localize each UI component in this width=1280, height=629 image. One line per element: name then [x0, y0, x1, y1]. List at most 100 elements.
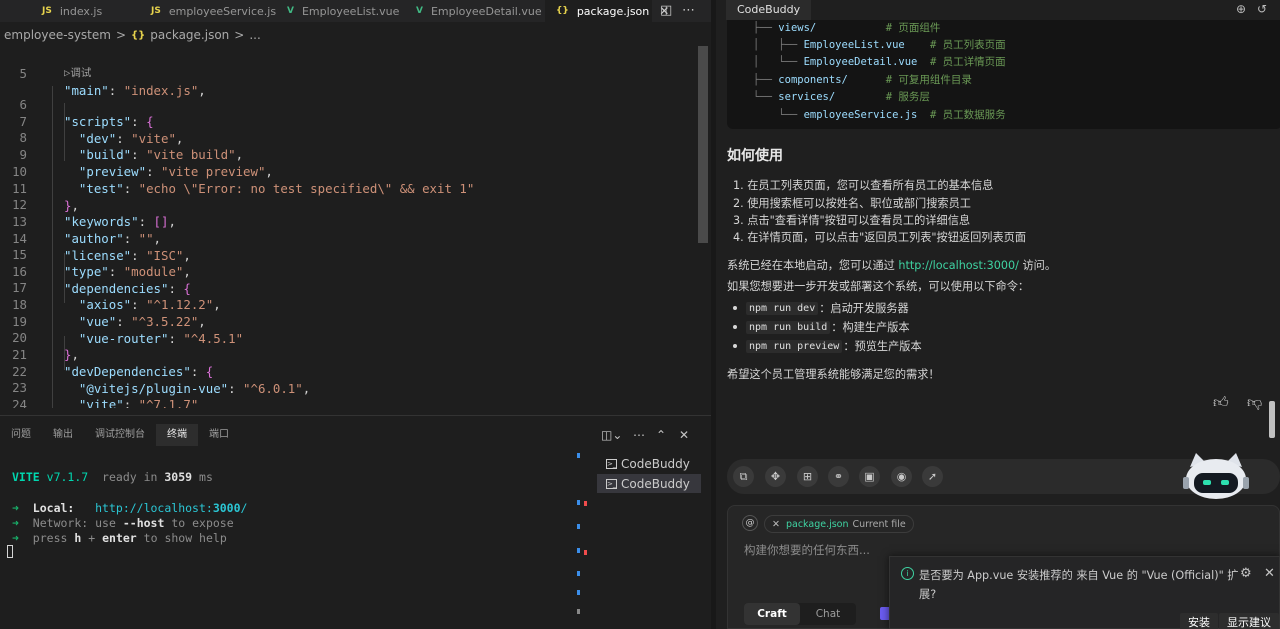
mention-icon[interactable]: @	[742, 515, 758, 531]
code-line: 6 "scripts": {	[0, 79, 154, 129]
code-line: 22 "@vitejs/plugin-vue": "^6.0.1",	[0, 346, 310, 396]
chat-scrollbar[interactable]	[1269, 401, 1275, 438]
close-panel-icon[interactable]: ✕	[679, 428, 689, 442]
panel-tabs: 问题 输出 调试控制台 终端 端口	[0, 424, 240, 446]
figma-icon[interactable]: ⧉	[733, 466, 754, 487]
tab-package-json[interactable]: {} package.json ✕	[545, 0, 669, 22]
show-recommendations-button[interactable]: 显示建议	[1219, 613, 1279, 629]
code-line: 18 "vue": "^3.5.22",	[0, 279, 206, 329]
terminal-item[interactable]: >_ CodeBuddy	[597, 474, 701, 493]
js-file-icon: JS	[42, 6, 52, 16]
debug-codelens[interactable]: ▷调试	[64, 66, 91, 80]
thumbs-up-icon[interactable]: 👍︎	[1213, 393, 1229, 412]
paragraph: 希望这个员工管理系统能够满足您的需求！	[727, 368, 940, 381]
code-line: 9 "preview": "vite preview",	[0, 129, 273, 179]
codebuddy-mascot-icon	[1183, 453, 1249, 499]
section-heading: 如何使用	[727, 148, 783, 164]
tab-employee-service[interactable]: JS employeeService.js	[151, 0, 276, 22]
tab-problems[interactable]: 问题	[0, 424, 42, 446]
info-icon: i	[901, 567, 914, 580]
install-button[interactable]: 安装	[1180, 613, 1218, 629]
mode-craft[interactable]: Craft	[744, 603, 800, 625]
codebuddy-panel: CodeBuddy ⊕ ↺ ├── views/ # 页面组件 │ ├── Em…	[716, 0, 1280, 629]
integration-icon[interactable]: ✥	[765, 466, 786, 487]
preview-eye-icon[interactable]: ◉	[891, 466, 912, 487]
code-line: 5 "main": "index.js",	[0, 48, 206, 98]
tab-index-js[interactable]: JS index.js	[42, 0, 102, 22]
mode-chat[interactable]: Chat	[800, 603, 856, 625]
more-actions-icon[interactable]: ⋯	[633, 428, 645, 442]
terminal-cursor	[7, 545, 13, 558]
image-icon[interactable]: ▣	[859, 466, 880, 487]
chevron-right-icon: >	[115, 28, 127, 42]
list-item: 1. 在员工列表页面，您可以查看所有员工的基本信息	[733, 179, 994, 192]
code-line: 25 }	[0, 396, 45, 408]
code-line: 12 "keywords": [],	[0, 179, 176, 229]
code-line: 17 "axios": "^1.12.2",	[0, 262, 221, 312]
tab-terminal[interactable]: 终端	[156, 424, 198, 446]
editor-scrollbar[interactable]	[698, 46, 708, 243]
tree-line: ├── components/ # 可复用组件目录	[753, 74, 972, 86]
components-icon[interactable]: ⊞	[797, 466, 818, 487]
terminal-output[interactable]: VITE v7.1.7 ready in 3059 ms ➜ Local: ht…	[0, 467, 565, 560]
list-item: 2. 使用搜索框可以按姓名、职位或部门搜索员工	[733, 197, 971, 210]
thumbs-down-icon[interactable]: 👎︎	[1247, 393, 1262, 412]
code-line: 19 "vue-router": "^4.5.1"	[0, 296, 243, 346]
breadcrumb-file[interactable]: package.json	[150, 28, 229, 42]
breadcrumb-more[interactable]: ...	[249, 28, 260, 42]
tab-employee-detail[interactable]: V EmployeeDetail.vue	[416, 0, 542, 22]
split-editor-icon[interactable]: ◫	[660, 3, 672, 18]
breadcrumb-folder[interactable]: employee-system	[4, 28, 111, 42]
terminal-line-vite: VITE v7.1.7 ready in 3059 ms	[12, 470, 213, 484]
tab-debug-console[interactable]: 调试控制台	[84, 424, 156, 446]
extension-notification: i 是否要为 App.vue 安装推荐的 来自 Vue 的 "Vue (Offi…	[889, 556, 1280, 629]
vue-file-icon: V	[416, 6, 423, 16]
tab-label: EmployeeDetail.vue	[430, 4, 542, 18]
vue-file-icon: V	[287, 6, 294, 16]
tab-label: EmployeeList.vue	[301, 4, 400, 18]
remove-icon[interactable]: ✕	[772, 519, 780, 530]
tree-line: │ └── EmployeeDetail.vue # 员工详情页面	[753, 56, 1006, 68]
code-line: 8 "build": "vite build",	[0, 112, 244, 162]
terminal-item-label: CodeBuddy	[621, 476, 690, 491]
paragraph: 系统已经在本地启动，您可以通过 http://localhost:3000/ 访…	[727, 259, 1057, 272]
tab-label: employeeService.js	[168, 4, 277, 18]
mode-switch: Craft Chat	[744, 603, 856, 625]
editor-tab-bar: JS index.js JS employeeService.js V Empl…	[0, 0, 711, 22]
context-file-chip[interactable]: ✕ package.json Current file	[764, 515, 914, 533]
history-icon[interactable]: ↺	[1257, 2, 1267, 16]
list-item: 4. 在详情页面，可以点击"返回员工列表"按钮返回列表页面	[733, 231, 1027, 244]
codebuddy-tab[interactable]: CodeBuddy	[726, 0, 812, 20]
tab-label: package.json	[576, 4, 650, 18]
deploy-rocket-icon[interactable]: ➚	[922, 466, 943, 487]
terminal-item[interactable]: >_ CodeBuddy	[597, 454, 701, 473]
code-line: 23 "vite": "^7.1.7"	[0, 362, 198, 408]
tab-output[interactable]: 输出	[42, 424, 84, 446]
tree-line: │ ├── EmployeeList.vue # 员工列表页面	[753, 39, 1006, 51]
breadcrumb: employee-system > {} package.json > ...	[0, 26, 266, 44]
terminal-icon: >_	[606, 478, 617, 489]
chevron-right-icon: >	[234, 28, 245, 42]
code-line: 13 "author": "",	[0, 196, 161, 246]
code-editor[interactable]: 5 "main": "index.js", ▷调试 6 "scripts": {…	[0, 46, 700, 408]
chip-file-name: package.json	[785, 518, 849, 530]
code-line: 20 },	[0, 312, 79, 362]
gear-icon[interactable]: ⚙	[1240, 566, 1252, 581]
tab-ports[interactable]: 端口	[198, 424, 240, 446]
link-icon[interactable]: ⚭	[828, 466, 849, 487]
chat-input[interactable]: 构建你想要的任何东西...	[744, 542, 870, 558]
json-file-icon: {}	[556, 6, 569, 16]
terminal-list: >_ CodeBuddy >_ CodeBuddy	[597, 454, 701, 494]
code-line: 10 "test": "echo \"Error: no test specif…	[0, 146, 474, 196]
code-block: ├── views/ # 页面组件 │ ├── EmployeeList.vue…	[727, 20, 1280, 129]
new-chat-icon[interactable]: ⊕	[1236, 2, 1246, 16]
tab-label: index.js	[59, 4, 103, 18]
split-terminal-icon[interactable]: ◫⌄	[601, 428, 622, 442]
tab-employee-list[interactable]: V EmployeeList.vue	[287, 0, 399, 22]
close-icon[interactable]: ✕	[1264, 566, 1275, 581]
localhost-link[interactable]: http://localhost:3000/	[898, 259, 1019, 272]
more-actions-icon[interactable]: ⋯	[682, 3, 695, 18]
terminal-line-local: ➜ Local: http://localhost:3000/	[12, 501, 248, 515]
notification-message: 是否要为 App.vue 安装推荐的 来自 Vue 的 "Vue (Offici…	[919, 569, 1239, 601]
maximize-panel-icon[interactable]: ⌃	[656, 428, 666, 442]
